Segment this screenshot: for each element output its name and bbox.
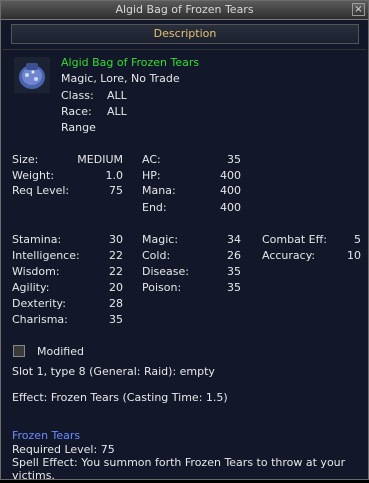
weight-label: Weight: [12,169,55,182]
combat-eff-label: Combat Eff: [262,233,327,246]
title-bar[interactable]: Algid Bag of Frozen Tears × [1,1,368,20]
size-value: MEDIUM [77,153,123,166]
effect-line: Effect: Frozen Tears (Casting Time: 1.5) [12,391,228,404]
item-window: Algid Bag of Frozen Tears × Description … [0,0,369,482]
cha-label: Charisma: [12,313,68,326]
cold-label: Cold: [142,249,171,262]
class-label: Class: [61,89,94,102]
spell-effect-line2: victims. [12,469,55,482]
disease-label: Disease: [142,265,189,278]
disease-value: 35 [227,265,241,278]
item-flags: Magic, Lore, No Trade [61,72,180,85]
end-value: 400 [220,201,241,214]
size-label: Size: [12,153,39,166]
tab-description[interactable]: Description [11,24,359,44]
stamina-label: Stamina: [12,233,62,246]
accuracy-value: 10 [347,249,361,262]
wis-value: 22 [109,265,123,278]
window-title: Algid Bag of Frozen Tears [115,3,254,16]
weight-value: 1.0 [105,169,124,182]
modified-label: Modified [37,345,84,358]
agi-label: Agility: [12,281,50,294]
race-value: ALL [107,105,127,118]
spell-required-level: Required Level: 75 [12,443,115,456]
close-icon[interactable]: × [352,3,365,16]
dex-label: Dexterity: [12,297,66,310]
accuracy-label: Accuracy: [262,249,316,262]
reqlevel-value: 75 [109,184,123,197]
race-label: Race: [61,105,92,118]
cha-value: 35 [109,313,123,326]
ac-label: AC: [142,153,161,166]
agi-value: 20 [109,281,123,294]
tab-label: Description [153,27,217,40]
magic-label: Magic: [142,233,179,246]
magic-value: 34 [227,233,241,246]
int-value: 22 [109,249,123,262]
augment-slot: Slot 1, type 8 (General: Raid): empty [12,365,215,378]
mana-label: Mana: [142,184,176,197]
cold-value: 26 [227,249,241,262]
blue-bag-icon [14,57,50,93]
combat-eff-value: 5 [354,233,361,246]
ac-value: 35 [227,153,241,166]
hp-value: 400 [220,169,241,182]
poison-label: Poison: [142,281,182,294]
modified-checkbox[interactable] [13,345,25,357]
class-value: ALL [107,89,127,102]
mana-value: 400 [220,184,241,197]
hp-label: HP: [142,169,161,182]
wis-label: Wisdom: [12,265,60,278]
range-label: Range [61,121,96,134]
spell-effect-line1: Spell Effect: You summon forth Frozen Te… [12,456,346,469]
item-name: Algid Bag of Frozen Tears [61,56,200,69]
poison-value: 35 [227,281,241,294]
spell-name[interactable]: Frozen Tears [12,429,80,443]
stamina-value: 30 [109,233,123,246]
end-label: End: [142,201,167,214]
dex-value: 28 [109,297,123,310]
int-label: Intelligence: [12,249,80,262]
